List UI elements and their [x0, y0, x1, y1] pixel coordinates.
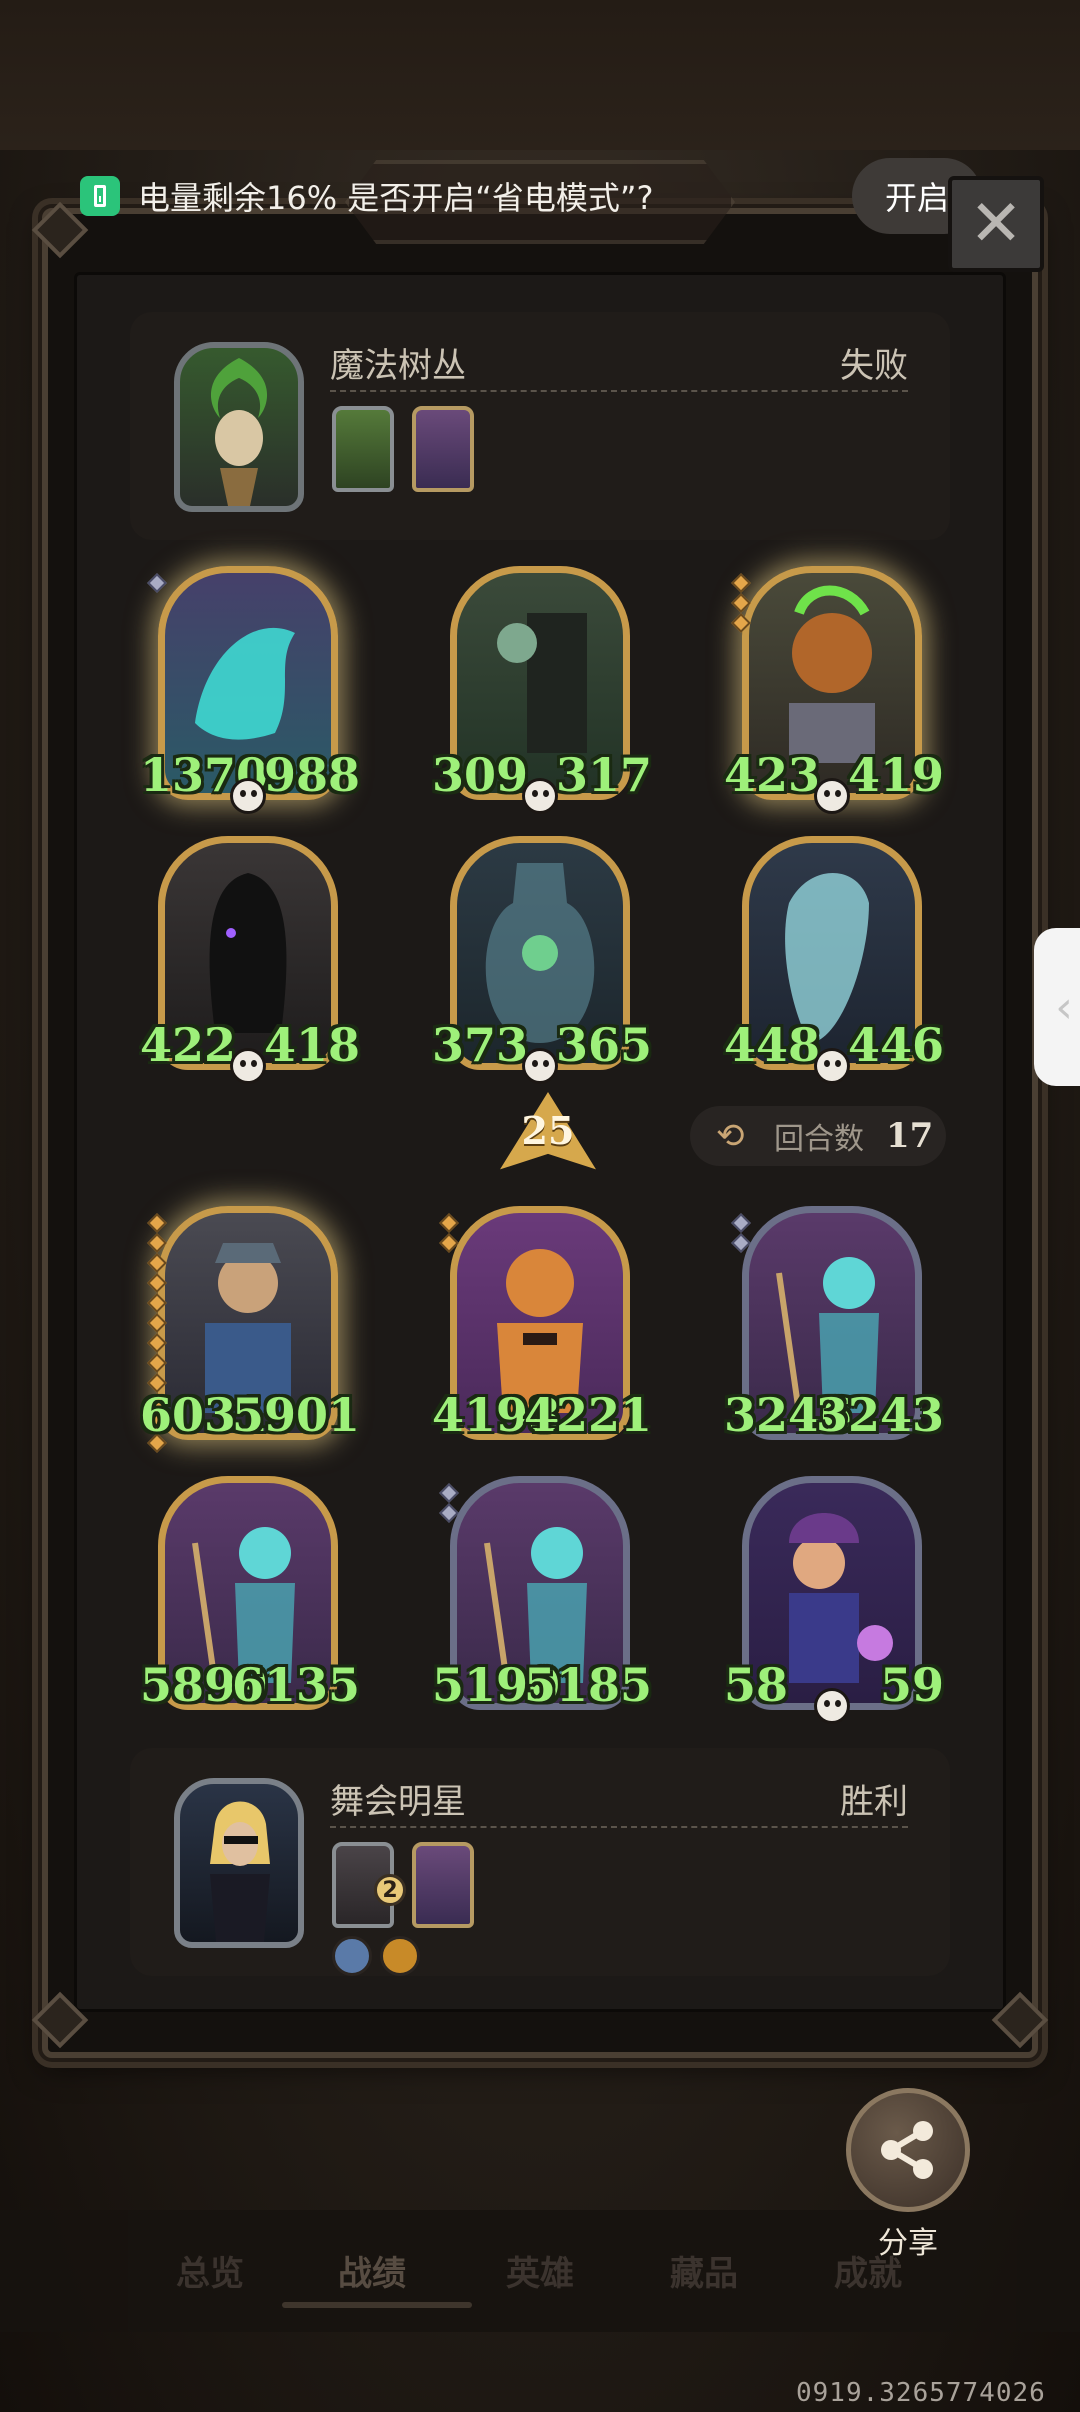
player-minion-2[interactable]: 4198 4221 — [432, 1206, 652, 1442]
golden-pips — [731, 573, 751, 633]
skull-icon — [230, 1048, 266, 1084]
skull-icon — [814, 778, 850, 814]
player-panel: 舞会明星 胜利 2 — [130, 1748, 950, 1976]
share-icon — [881, 2121, 933, 2179]
hero-power-count-badge: 2 — [374, 1874, 406, 1906]
skull-icon — [814, 1048, 850, 1084]
share-label: 分享 — [878, 2226, 938, 2261]
side-drawer-tab[interactable]: ‹ — [1034, 928, 1080, 1086]
player-minion-4[interactable]: 5899 6135 — [140, 1476, 360, 1712]
rounds-label: 回合数 — [774, 1122, 864, 1157]
background-top — [0, 0, 1080, 150]
divider — [330, 1826, 908, 1828]
golden-pips — [147, 573, 167, 593]
rounds-counter: ⟲ 回合数 17 — [690, 1106, 946, 1166]
minion-attack: 373 — [432, 1018, 529, 1072]
minion-health: 6135 — [231, 1658, 360, 1712]
build-code: 0919.3265774026 — [796, 2378, 1046, 2408]
opponent-minion-6[interactable]: 448 446 — [724, 836, 944, 1084]
nav-records[interactable]: 战绩 — [338, 2246, 406, 2295]
opponent-minion-4[interactable]: 422 418 — [140, 836, 360, 1084]
nav-heroes[interactable]: 英雄 — [506, 2246, 574, 2295]
minion-attack: 422 — [140, 1018, 237, 1072]
minion-health: 988 — [263, 748, 360, 802]
minion-health: 59 — [879, 1658, 944, 1712]
gold-token-icon[interactable] — [380, 1936, 420, 1976]
player-minion-3[interactable]: 3246 3243 — [724, 1206, 944, 1442]
skull-icon — [522, 1048, 558, 1084]
golden-pips — [731, 1213, 751, 1253]
minion-attack: 423 — [724, 748, 821, 802]
minion-attack: 309 — [432, 748, 529, 802]
minion-attack: 58 — [724, 1658, 789, 1712]
opponent-minion-1[interactable]: 1370 988 — [140, 566, 360, 814]
player-minion-5[interactable]: 5190 5185 — [432, 1476, 652, 1712]
skull-icon — [230, 778, 266, 814]
sword-token-icon[interactable] — [332, 1936, 372, 1976]
minion-health: 365 — [555, 1018, 652, 1072]
minion-health: 4221 — [523, 1388, 652, 1442]
minion-attack: 448 — [724, 1018, 821, 1072]
player-name: 舞会明星 — [330, 1782, 466, 1822]
minion-health: 317 — [555, 748, 652, 802]
opponent-minion-2[interactable]: 309 317 — [432, 566, 652, 814]
opponent-hero-portrait — [174, 342, 304, 512]
opponent-result: 失败 — [840, 346, 908, 386]
rounds-value: 17 — [886, 1116, 934, 1156]
share-button[interactable] — [846, 2088, 970, 2212]
minion-health: 5901 — [231, 1388, 360, 1442]
player-hero-portrait — [174, 1778, 304, 1948]
golden-pips — [439, 1213, 459, 1253]
battery-notification: 电量剩余16% 是否开启“省电模式”? 开启 — [80, 158, 1000, 234]
refresh-icon: ⟲ — [716, 1116, 745, 1156]
opponent-minion-5[interactable]: 373 365 — [432, 836, 652, 1084]
minion-health: 3243 — [815, 1388, 944, 1442]
notification-text: 电量剩余16% 是否开启“省电模式”? — [138, 179, 654, 217]
close-button[interactable]: ✕ — [948, 176, 1044, 272]
minion-health: 418 — [263, 1018, 360, 1072]
battery-icon — [80, 176, 120, 216]
nav-overview[interactable]: 总览 — [176, 2246, 244, 2295]
skull-icon — [814, 1688, 850, 1724]
opponent-name: 魔法树丛 — [330, 346, 466, 386]
player-minion-6[interactable]: 58 59 — [724, 1476, 944, 1724]
opponent-minion-3[interactable]: 423 419 — [724, 566, 944, 814]
opponent-trinket-icon[interactable] — [412, 406, 474, 492]
nav-active-indicator — [282, 2302, 472, 2308]
skull-icon — [522, 778, 558, 814]
player-trinket-icon[interactable] — [412, 1842, 474, 1928]
minion-health: 419 — [847, 748, 944, 802]
opponent-panel: 魔法树丛 失败 — [130, 312, 950, 540]
player-minion-1[interactable]: 6031 5901 — [140, 1206, 360, 1453]
nav-collection[interactable]: 藏品 — [670, 2246, 738, 2295]
tavern-tier-value: 25 — [521, 1108, 575, 1153]
player-result: 胜利 — [840, 1782, 908, 1822]
golden-pips — [439, 1483, 459, 1523]
minion-health: 5185 — [523, 1658, 652, 1712]
opponent-hero-power-icon[interactable] — [332, 406, 394, 492]
minion-health: 446 — [847, 1018, 944, 1072]
divider — [330, 390, 908, 392]
